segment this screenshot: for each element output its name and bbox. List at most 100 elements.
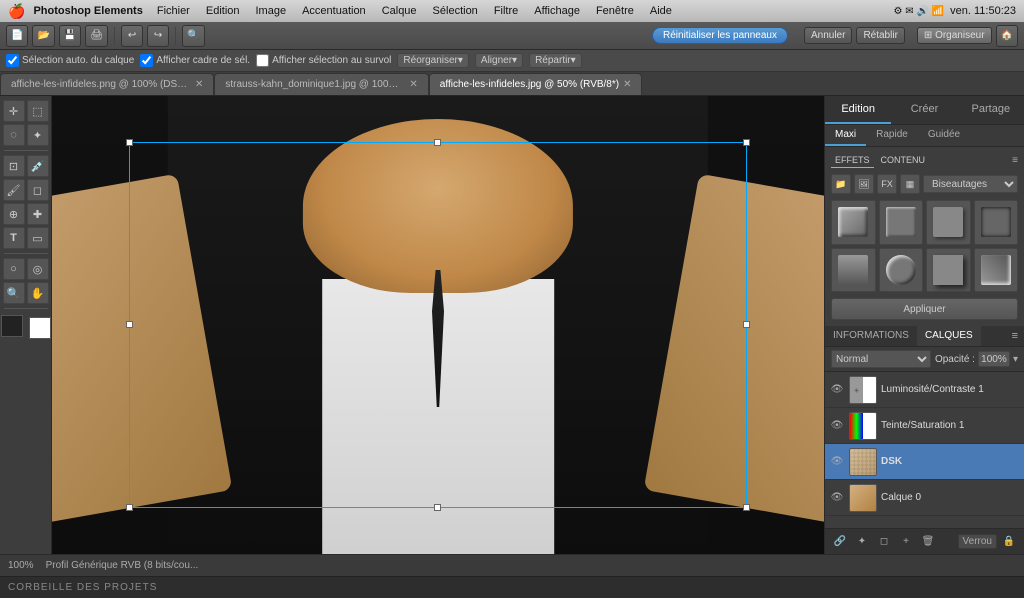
show-hover-checkbox[interactable] [256,54,269,67]
menu-selection[interactable]: Sélection [427,5,484,17]
move-tool[interactable]: ✛ [3,100,25,122]
subtab-guidee[interactable]: Guidée [918,125,970,146]
opacity-arrow[interactable]: ▾ [1013,354,1018,365]
healing-tool[interactable]: ✚ [27,203,49,225]
layer-item-3[interactable]: 👁 Calque 0 [825,480,1024,516]
effect-thumb-6[interactable] [879,248,924,293]
effect-thumb-8[interactable] [974,248,1019,293]
tab-1[interactable]: strauss-kahn_dominique1.jpg @ 100% (Calq… [214,73,428,95]
menu-aide[interactable]: Aide [644,5,678,17]
step-forward-button[interactable]: ↪ [147,25,169,47]
tab-partage[interactable]: Partage [958,96,1024,124]
show-frame-option[interactable]: Afficher cadre de sél. [140,54,250,67]
effect-fx-icon[interactable]: FX [877,174,897,194]
lasso-tool[interactable]: ◌ [3,124,25,146]
tab-2-close[interactable]: ✕ [623,79,631,90]
crop-tool[interactable]: ⊡ [3,155,25,177]
add-mask-icon[interactable]: ◻ [875,533,893,551]
print-button[interactable]: 🖨 [85,25,108,47]
undo-button[interactable]: Annuler [804,27,852,44]
organizer-button[interactable]: ⊞ Organiseur [917,27,992,44]
tab-creer[interactable]: Créer [891,96,957,124]
lock-icon[interactable]: 🔒 [1000,533,1018,551]
tab-2[interactable]: affiche-les-infideles.jpg @ 50% (RVB/8*)… [429,73,643,95]
opacity-input[interactable] [978,351,1010,367]
align-button[interactable]: Aligner▾ [475,53,523,68]
delete-layer-icon[interactable]: 🗑 [919,533,937,551]
layers-tab-calques[interactable]: CALQUES [917,326,981,346]
layer-2-visibility[interactable]: 👁 [829,454,845,470]
tab-0[interactable]: affiche-les-infideles.png @ 100% (DSK, R… [0,73,214,95]
home-button[interactable]: 🏠 [996,25,1018,47]
reorganize-button[interactable]: Réorganiser▾ [397,53,469,68]
effects-dropdown[interactable]: Biseautages [923,175,1018,193]
redo-button[interactable]: Rétablir [856,27,904,44]
auto-select-option[interactable]: Sélection auto. du calque [6,54,134,67]
menu-fenetre[interactable]: Fenêtre [590,5,640,17]
menu-affichage[interactable]: Affichage [528,5,586,17]
auto-select-checkbox[interactable] [6,54,19,67]
repartir-button[interactable]: Répartir▾ [529,53,582,68]
layer-item-0[interactable]: 👁 ☀ Luminosité/Contraste 1 [825,372,1024,408]
effect-thumb-5[interactable] [831,248,876,293]
add-layer-style-icon[interactable]: ✦ [853,533,871,551]
menu-image[interactable]: Image [250,5,293,17]
effect-thumb-4[interactable] [974,200,1019,245]
new-layer-icon[interactable]: + [897,533,915,551]
zoom-tool[interactable]: 🔍 [3,282,25,304]
lock-button[interactable]: Verrou [958,534,997,549]
menu-filtre[interactable]: Filtre [488,5,524,17]
selection-tool[interactable]: ⬚ [27,100,49,122]
effect-thumb-3[interactable] [926,200,971,245]
effect-image-icon[interactable]: 🖼 [854,174,874,194]
effect-folder-icon[interactable]: 📁 [831,174,851,194]
layers-tab-info[interactable]: INFORMATIONS [825,326,917,346]
hand-tool[interactable]: ✋ [27,282,49,304]
apply-button[interactable]: Appliquer [831,298,1018,320]
canvas-image[interactable] [52,96,824,554]
reset-panels-button[interactable]: Réinitialiser les panneaux [652,27,788,44]
menu-calque[interactable]: Calque [376,5,423,17]
effect-thumb-7[interactable] [926,248,971,293]
eyedropper-tool[interactable]: 💉 [27,155,49,177]
blur-tool[interactable]: ◎ [27,258,49,280]
eraser-tool[interactable]: ◻ [27,179,49,201]
menu-fichier[interactable]: Fichier [151,5,196,17]
blend-mode-select[interactable]: Normal [831,350,931,368]
foreground-color[interactable] [1,315,23,337]
panel-menu-icon[interactable]: ≡ [1012,155,1018,166]
tab-0-close[interactable]: ✕ [195,79,203,90]
save-button[interactable]: 💾 [59,25,81,47]
new-file-button[interactable]: 📄 [6,25,28,47]
clone-stamp-tool[interactable]: ⊕ [3,203,25,225]
link-layers-icon[interactable]: 🔗 [831,533,849,551]
tab-1-close[interactable]: ✕ [409,79,417,90]
open-file-button[interactable]: 📂 [32,25,54,47]
layers-panel-menu[interactable]: ≡ [1006,326,1024,346]
menu-edition[interactable]: Edition [200,5,246,17]
canvas-area[interactable] [52,96,824,554]
zoom-in-button[interactable]: 🔍 [182,25,204,47]
menu-accentuation[interactable]: Accentuation [296,5,372,17]
step-back-button[interactable]: ↩ [121,25,143,47]
effect-thumb-2[interactable] [879,200,924,245]
background-color[interactable] [29,317,51,339]
layer-3-visibility[interactable]: 👁 [829,490,845,506]
tab-edition[interactable]: Edition [825,96,891,124]
show-hover-option[interactable]: Afficher sélection au survol [256,54,391,67]
layer-0-visibility[interactable]: 👁 [829,382,845,398]
layer-1-visibility[interactable]: 👁 [829,418,845,434]
subtab-maxi[interactable]: Maxi [825,125,866,146]
shape-tool[interactable]: ▭ [27,227,49,249]
dodge-tool[interactable]: ○ [3,258,25,280]
text-tool[interactable]: T [3,227,25,249]
effect-thumb-1[interactable] [831,200,876,245]
subtab-rapide[interactable]: Rapide [866,125,918,146]
magic-wand-tool[interactable]: ✦ [27,124,49,146]
layer-item-2[interactable]: 👁 DSK [825,444,1024,480]
apple-menu-icon[interactable]: 🍎 [8,3,25,20]
show-frame-checkbox[interactable] [140,54,153,67]
layer-item-1[interactable]: 👁 Teinte/Saturation 1 [825,408,1024,444]
brush-tool[interactable]: 🖌 [3,179,25,201]
effect-texture-icon[interactable]: ▦ [900,174,920,194]
